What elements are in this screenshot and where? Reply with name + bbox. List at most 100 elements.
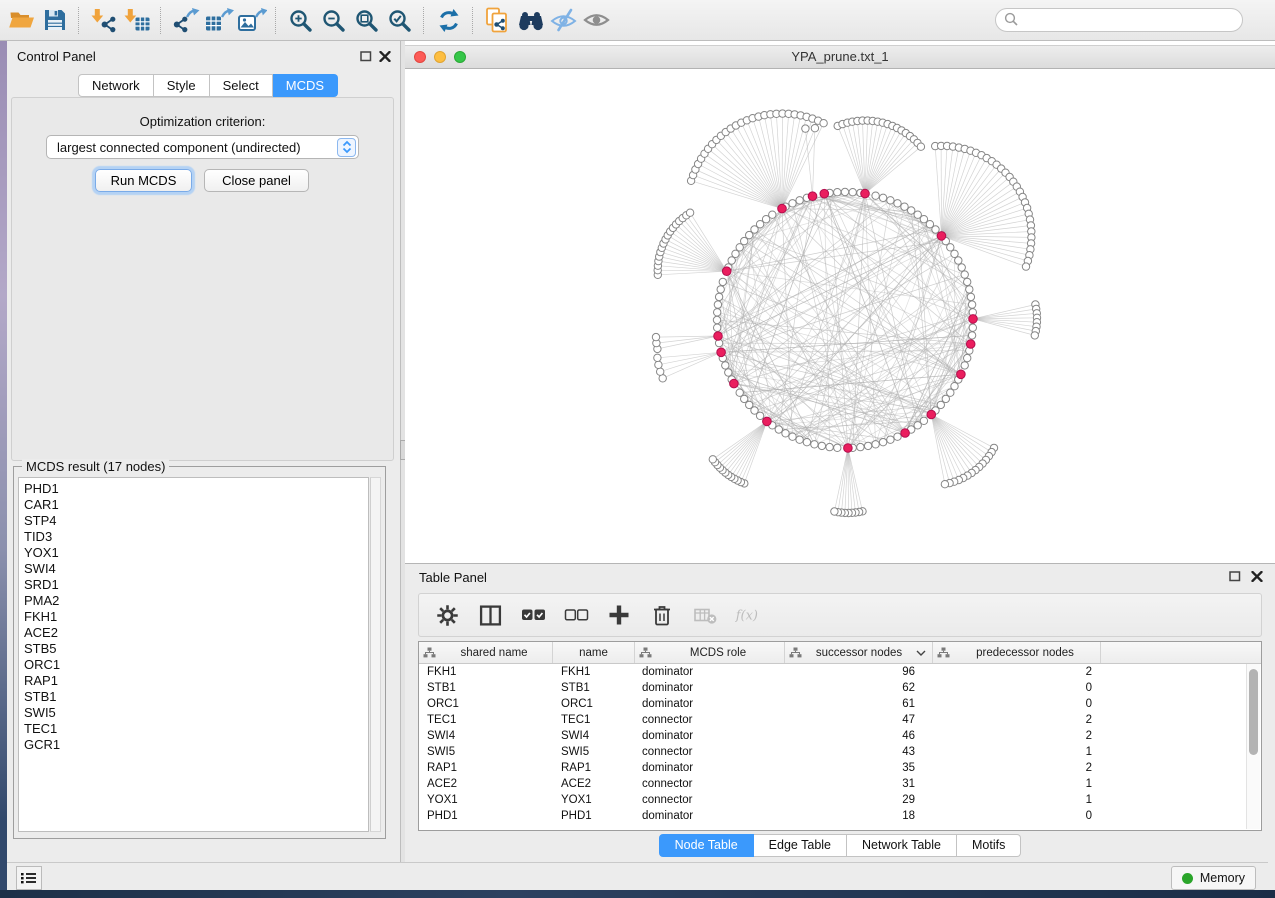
zoom-selected-region-icon[interactable] [383,5,416,35]
zoom-fit-content-icon[interactable] [350,5,383,35]
cell-name[interactable]: PHD1 [553,810,635,822]
cell-successor-nodes[interactable]: 96 [785,666,933,678]
close-panel-button[interactable]: Close panel [204,169,309,192]
column-header-name[interactable]: name [553,642,635,663]
cell-shared-name[interactable]: YOX1 [419,794,553,806]
refresh-view-icon[interactable] [432,5,465,35]
select-all-checks-icon[interactable] [520,602,546,628]
mcds-result-item[interactable]: TEC1 [24,721,368,737]
mcds-result-item[interactable]: PHD1 [24,481,368,497]
cell-mcds-role[interactable]: dominator [635,762,785,774]
table-row[interactable]: PHD1PHD1dominator180 [419,808,1249,824]
table-row[interactable]: TEC1TEC1connector472 [419,712,1249,728]
open-file-icon[interactable] [5,5,38,35]
table-row[interactable]: SWI4SWI4dominator462 [419,728,1249,744]
cell-successor-nodes[interactable]: 62 [785,682,933,694]
cell-mcds-role[interactable]: dominator [635,730,785,742]
cell-mcds-role[interactable]: dominator [635,682,785,694]
mcds-result-item[interactable]: PMA2 [24,593,368,609]
cell-predecessor-nodes[interactable]: 2 [933,762,1101,774]
cell-name[interactable]: ACE2 [553,778,635,790]
mcds-result-item[interactable]: ORC1 [24,657,368,673]
delete-column-icon[interactable] [649,602,675,628]
mcds-result-item[interactable]: STB5 [24,641,368,657]
zoom-out-icon[interactable] [317,5,350,35]
run-mcds-button[interactable]: Run MCDS [95,169,192,192]
save-session-icon[interactable] [38,5,71,35]
cell-predecessor-nodes[interactable]: 0 [933,810,1101,822]
column-header-successor-nodes[interactable]: successor nodes [785,642,933,663]
cell-shared-name[interactable]: PHD1 [419,810,553,822]
cell-successor-nodes[interactable]: 29 [785,794,933,806]
cell-name[interactable]: SWI5 [553,746,635,758]
table-row[interactable]: YOX1YOX1connector291 [419,792,1249,808]
tab-network-table[interactable]: Network Table [847,834,957,857]
cell-predecessor-nodes[interactable]: 2 [933,714,1101,726]
table-scrollbar[interactable] [1246,664,1260,829]
mcds-result-item[interactable]: SWI5 [24,705,368,721]
cell-successor-nodes[interactable]: 46 [785,730,933,742]
search-input[interactable] [1023,12,1242,28]
table-scrollbar-thumb[interactable] [1249,669,1258,755]
cell-shared-name[interactable]: ACE2 [419,778,553,790]
hide-selected-icon[interactable] [547,5,580,35]
close-panel-icon[interactable] [379,50,391,61]
cell-predecessor-nodes[interactable]: 0 [933,682,1101,694]
settings-gear-icon[interactable] [434,602,460,628]
mcds-result-item[interactable]: TID3 [24,529,368,545]
table-row[interactable]: ORC1ORC1dominator610 [419,696,1249,712]
cell-name[interactable]: SWI4 [553,730,635,742]
cell-shared-name[interactable]: SWI4 [419,730,553,742]
tab-edge-table[interactable]: Edge Table [754,834,847,857]
cell-name[interactable]: FKH1 [553,666,635,678]
table-row[interactable]: SWI5SWI5connector431 [419,744,1249,760]
cell-mcds-role[interactable]: connector [635,714,785,726]
show-columns-icon[interactable] [477,602,503,628]
cell-shared-name[interactable]: ORC1 [419,698,553,710]
cell-predecessor-nodes[interactable]: 2 [933,666,1101,678]
cell-mcds-role[interactable]: connector [635,746,785,758]
cell-name[interactable]: STB1 [553,682,635,694]
tab-mcds[interactable]: MCDS [273,74,338,97]
mcds-result-item[interactable]: CAR1 [24,497,368,513]
column-header-mcds-role[interactable]: MCDS role [635,642,785,663]
mcds-result-item[interactable]: ACE2 [24,625,368,641]
import-table-icon[interactable] [120,5,153,35]
network-window-titlebar[interactable]: YPA_prune.txt_1 [405,45,1275,69]
tab-select[interactable]: Select [210,74,273,97]
tab-node-table[interactable]: Node Table [659,834,754,857]
cell-successor-nodes[interactable]: 43 [785,746,933,758]
float-panel-icon[interactable] [360,50,372,61]
mcds-result-item[interactable]: STB1 [24,689,368,705]
mcds-result-list[interactable]: PHD1CAR1STP4TID3YOX1SWI4SRD1PMA2FKH1ACE2… [18,477,369,832]
cell-mcds-role[interactable]: dominator [635,810,785,822]
column-header-shared-name[interactable]: shared name [419,642,553,663]
show-all-icon[interactable] [580,5,613,35]
cell-mcds-role[interactable]: dominator [635,666,785,678]
table-row[interactable]: STB1STB1dominator620 [419,680,1249,696]
panel-menu-button[interactable] [16,866,42,890]
table-row[interactable]: FKH1FKH1dominator962 [419,664,1249,680]
cell-shared-name[interactable]: STB1 [419,682,553,694]
export-image-icon[interactable] [235,5,268,35]
mcds-result-item[interactable]: YOX1 [24,545,368,561]
cell-successor-nodes[interactable]: 35 [785,762,933,774]
float-table-panel-icon[interactable] [1229,570,1241,581]
cell-predecessor-nodes[interactable]: 2 [933,730,1101,742]
tab-motifs[interactable]: Motifs [957,834,1021,857]
cell-name[interactable]: YOX1 [553,794,635,806]
export-table-icon[interactable] [202,5,235,35]
table-row[interactable]: RAP1RAP1dominator352 [419,760,1249,776]
mcds-result-item[interactable]: FKH1 [24,609,368,625]
deselect-all-checks-icon[interactable] [563,602,589,628]
import-network-icon[interactable] [87,5,120,35]
mcds-result-item[interactable]: SRD1 [24,577,368,593]
share-document-icon[interactable] [481,5,514,35]
cell-successor-nodes[interactable]: 31 [785,778,933,790]
cell-name[interactable]: RAP1 [553,762,635,774]
cell-mcds-role[interactable]: connector [635,778,785,790]
cell-name[interactable]: ORC1 [553,698,635,710]
cell-shared-name[interactable]: TEC1 [419,714,553,726]
cell-predecessor-nodes[interactable]: 1 [933,746,1101,758]
optimization-criterion-dropdown[interactable]: largest connected component (undirected) [46,135,359,159]
